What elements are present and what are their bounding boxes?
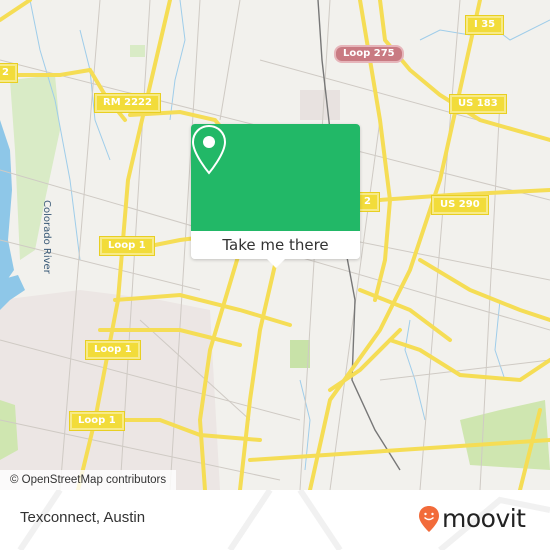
highway-shield-us183: US 183: [449, 94, 507, 114]
popup-pointer: [267, 259, 285, 268]
popup-header: [191, 124, 360, 231]
park-area: [460, 400, 550, 470]
place-name: Texconnect, Austin: [20, 509, 146, 526]
river-water: [0, 120, 14, 290]
highway-shield-rm2222-edge: 2: [0, 63, 18, 83]
urban-area: [300, 90, 340, 120]
location-pin-icon: [191, 124, 227, 175]
take-me-there-button[interactable]: Take me there: [191, 231, 360, 259]
moovit-pin-icon: [419, 506, 439, 532]
highway-shield-rm2222: RM 2222: [94, 93, 161, 113]
highway-shield-loop1: Loop 1: [69, 411, 125, 431]
map-view[interactable]: I 35 Loop 275 US 183 RM 2222 2 US 290 2 …: [0, 0, 550, 490]
location-popup[interactable]: Take me there: [191, 124, 360, 268]
map-attribution[interactable]: © OpenStreetMap contributors: [0, 470, 177, 490]
highway-shield-i35: I 35: [464, 15, 505, 35]
moovit-wordmark: moovit: [442, 504, 526, 533]
park-area: [10, 75, 60, 260]
moovit-logo[interactable]: moovit: [418, 505, 526, 533]
highway-shield-loop1: Loop 1: [85, 340, 141, 360]
highway-shield-us290: US 290: [431, 195, 489, 215]
river-label: Colorado River: [41, 200, 52, 274]
park-area: [290, 340, 310, 368]
park-area: [130, 45, 145, 57]
highway-shield-loop275: Loop 275: [334, 45, 404, 63]
highway-shield-loop1: Loop 1: [99, 236, 155, 256]
